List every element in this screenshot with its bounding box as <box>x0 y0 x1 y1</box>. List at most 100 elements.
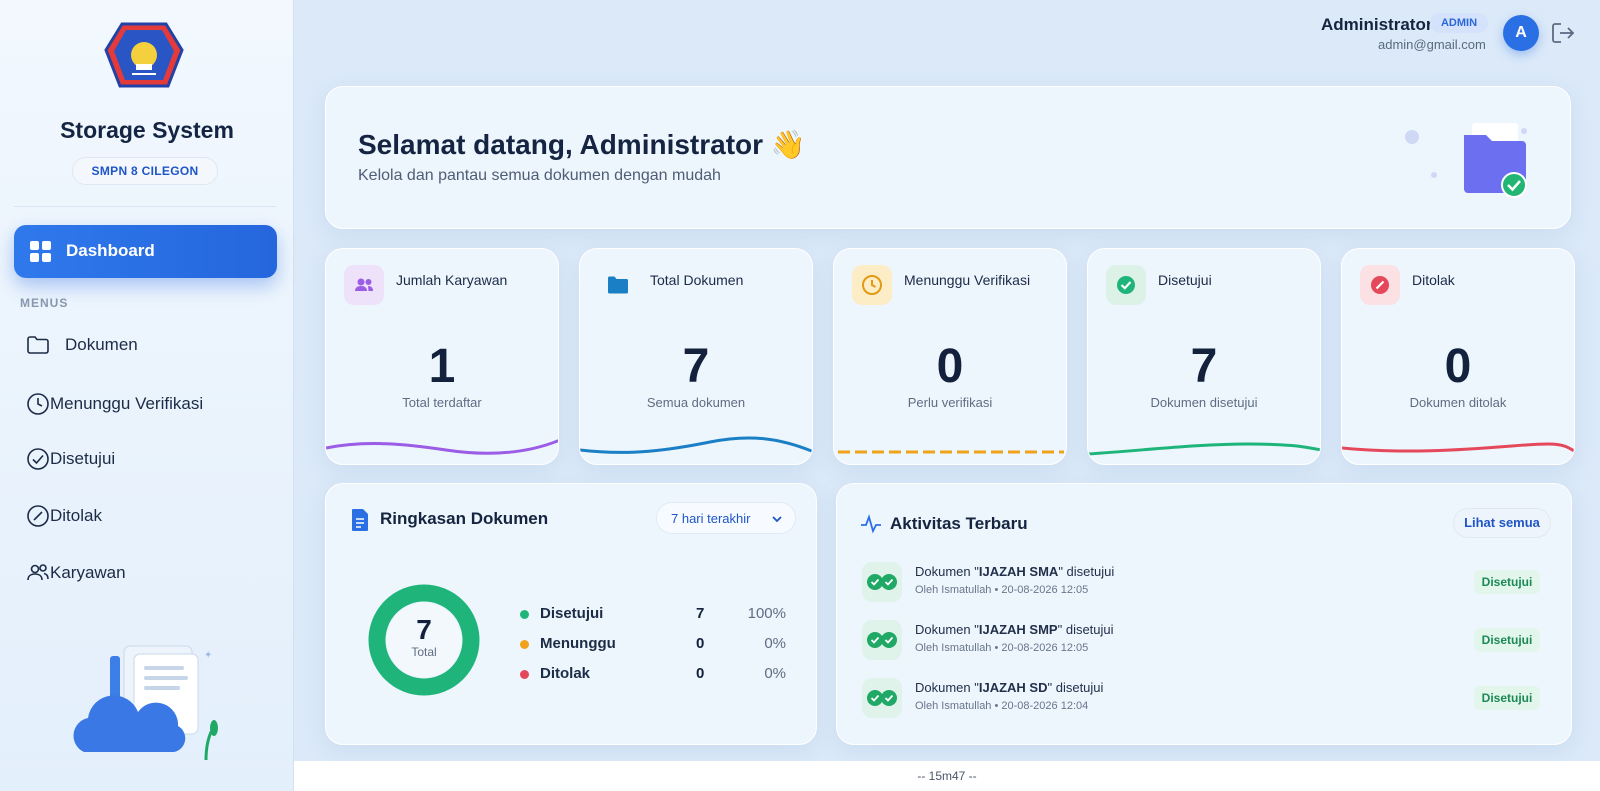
activity-text: Dokumen "IJAZAH SD" disetujui <box>915 680 1104 695</box>
summary-title: Ringkasan Dokumen <box>380 509 549 528</box>
status-badge: Disetujui <box>1474 628 1540 652</box>
sidebar-item-label: Dokumen <box>65 335 138 354</box>
double-check-icon <box>862 678 902 718</box>
activity-row[interactable]: Dokumen "IJAZAH SMA" disetujui Oleh Isma… <box>862 559 1552 603</box>
legend-row-ditolak: Ditolak 0 0% <box>520 664 790 684</box>
legend-percent: 0% <box>764 635 786 652</box>
legend-name: Disetujui <box>540 605 604 622</box>
recent-activity-card: Aktivitas Terbaru Lihat semua Dokumen "I… <box>836 483 1572 745</box>
legend-name: Menunggu <box>540 635 616 652</box>
svg-text:✦: ✦ <box>204 650 212 661</box>
activity-text: Dokumen "IJAZAH SMA" disetujui <box>915 564 1115 579</box>
stat-subtitle: Dokumen disetujui <box>1150 395 1258 410</box>
legend-name: Ditolak <box>540 665 591 682</box>
role-badge: ADMIN <box>1430 13 1488 33</box>
activity-title: Aktivitas Terbaru <box>890 514 1028 533</box>
stat-value: 0 <box>936 340 964 393</box>
menus-section-label: MENUS <box>20 296 69 310</box>
user-name: Administrator <box>1321 15 1433 34</box>
folder-icon <box>598 265 638 305</box>
stat-card-total-dokumen[interactable]: Total Dokumen 7 Semua dokumen <box>579 248 813 465</box>
users-icon <box>26 561 50 585</box>
sidebar-item-label: Disetujui <box>50 449 116 468</box>
sidebar-item-label: Ditolak <box>50 506 102 525</box>
stat-wave <box>838 450 1064 454</box>
stat-value: 7 <box>682 340 710 393</box>
legend-percent: 0% <box>764 665 786 682</box>
sidebar-item-disetujui[interactable]: Disetujui <box>26 445 115 473</box>
stat-wave <box>1088 442 1320 456</box>
stat-title: Jumlah Karyawan <box>396 272 508 288</box>
welcome-subtitle: Kelola dan pantau semua dokumen dengan m… <box>358 167 721 184</box>
legend-row-menunggu: Menunggu 0 0% <box>520 634 790 654</box>
folder-icon <box>26 333 50 357</box>
users-icon <box>344 265 384 305</box>
footer-bar: -- 15m47 -- <box>294 761 1600 791</box>
sidebar-item-dokumen[interactable]: Dokumen <box>26 331 138 359</box>
sidebar-item-ditolak[interactable]: Ditolak <box>26 502 102 530</box>
activity-row[interactable]: Dokumen "IJAZAH SD" disetujui Oleh Ismat… <box>862 675 1552 719</box>
stat-subtitle: Semua dokumen <box>646 395 746 410</box>
legend-count: 7 <box>696 605 705 622</box>
stat-subtitle: Dokumen ditolak <box>1409 395 1507 410</box>
legend-dot <box>520 670 529 679</box>
sidebar-item-dashboard[interactable]: Dashboard <box>14 225 277 278</box>
grid-icon <box>30 241 51 262</box>
clock-icon <box>26 392 50 416</box>
activity-text: Dokumen "IJAZAH SMP" disetujui <box>915 622 1114 637</box>
sidebar: Storage System SMPN 8 CILEGON Dashboard … <box>0 0 294 791</box>
stat-wave <box>580 436 812 454</box>
stat-wave <box>326 439 558 455</box>
document-icon <box>350 508 370 532</box>
see-all-button[interactable]: Lihat semua <box>1453 508 1551 538</box>
donut-total-value: 7 <box>416 614 432 645</box>
stat-card-menunggu-verifikasi[interactable]: Menunggu Verifikasi 0 Perlu verifikasi <box>833 248 1067 465</box>
double-check-icon <box>862 562 902 602</box>
cloud-documents-illustration: ✦ <box>64 642 244 762</box>
status-badge: Disetujui <box>1474 686 1540 710</box>
welcome-title: Selamat datang, Administrator 👋 <box>358 129 806 160</box>
stat-subtitle: Total terdaftar <box>402 395 482 410</box>
school-logo <box>102 20 186 92</box>
stat-card-ditolak[interactable]: Ditolak 0 Dokumen ditolak <box>1341 248 1575 465</box>
school-badge: SMPN 8 CILEGON <box>72 157 218 185</box>
stat-title: Ditolak <box>1412 272 1455 288</box>
date-range-label: 7 hari terakhir <box>671 511 751 526</box>
sidebar-item-menunggu-verifikasi[interactable]: Menunggu Verifikasi <box>26 390 203 418</box>
brand-title: Storage System <box>60 117 234 143</box>
welcome-banner: Selamat datang, Administrator 👋 Kelola d… <box>325 86 1571 229</box>
check-circle-icon <box>1106 265 1146 305</box>
stat-card-karyawan[interactable]: Jumlah Karyawan 1 Total terdaftar <box>325 248 559 465</box>
check-circle-icon <box>26 447 50 471</box>
sidebar-item-label: Karyawan <box>50 563 126 582</box>
legend-dot <box>520 640 529 649</box>
sidebar-item-label: Dashboard <box>66 241 155 260</box>
avatar[interactable]: A <box>1503 15 1539 51</box>
stat-title: Disetujui <box>1158 272 1212 288</box>
clock-icon <box>852 265 892 305</box>
stat-title: Menunggu Verifikasi <box>904 272 1031 288</box>
stat-title: Total Dokumen <box>650 272 744 288</box>
sidebar-divider <box>14 206 276 207</box>
document-summary-card: Ringkasan Dokumen 7 hari terakhir 7 Tota… <box>325 483 817 745</box>
folder-check-illustration <box>1384 105 1534 205</box>
logout-icon[interactable] <box>1550 20 1576 46</box>
legend-count: 0 <box>696 665 705 682</box>
status-badge: Disetujui <box>1474 570 1540 594</box>
activity-meta: Oleh Ismatullah • 20-08-2026 12:04 <box>915 700 1089 712</box>
stat-wave <box>1342 442 1574 453</box>
activity-row[interactable]: Dokumen "IJAZAH SMP" disetujui Oleh Isma… <box>862 617 1552 661</box>
donut-total-label: Total <box>411 645 437 659</box>
stat-subtitle: Perlu verifikasi <box>907 395 993 410</box>
user-email: admin@gmail.com <box>1378 37 1486 52</box>
sidebar-item-karyawan[interactable]: Karyawan <box>26 559 126 587</box>
slash-circle-icon <box>26 504 50 528</box>
activity-meta: Oleh Ismatullah • 20-08-2026 12:05 <box>915 642 1089 654</box>
legend-dot <box>520 610 529 619</box>
double-check-icon <box>862 620 902 660</box>
legend-row-disetujui: Disetujui 7 100% <box>520 604 790 624</box>
stat-card-disetujui[interactable]: Disetujui 7 Dokumen disetujui <box>1087 248 1321 465</box>
stat-value: 7 <box>1190 340 1218 393</box>
sidebar-item-label: Menunggu Verifikasi <box>50 394 204 413</box>
date-range-select[interactable]: 7 hari terakhir <box>656 502 796 534</box>
